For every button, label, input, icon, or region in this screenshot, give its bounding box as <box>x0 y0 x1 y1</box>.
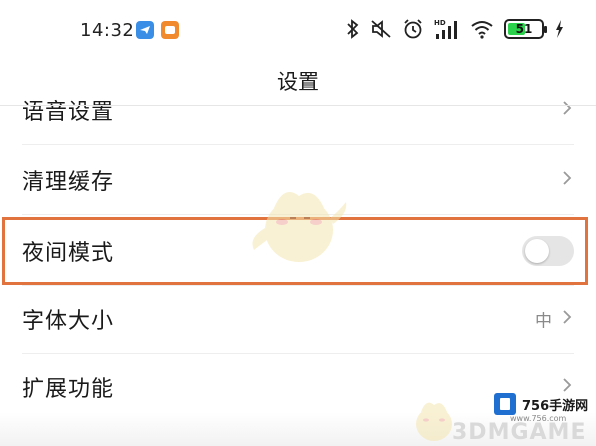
settings-item-label: 字体大小 <box>22 309 115 334</box>
battery-icon: 51 <box>504 19 547 39</box>
status-time: 14:32 <box>80 20 135 41</box>
status-bar: 14:32 HD 51 <box>0 0 596 62</box>
settings-item-label: 清理缓存 <box>22 170 115 195</box>
settings-item-label: 夜间模式 <box>22 241 115 266</box>
watermark-logo: 756手游网 <box>494 393 588 415</box>
settings-item-label: 语音设置 <box>22 100 115 125</box>
divider <box>22 144 574 145</box>
chevron-right-icon <box>562 100 572 120</box>
hd-signal-icon: HD <box>434 19 457 39</box>
alarm-icon <box>404 19 422 39</box>
mute-icon <box>371 20 391 38</box>
watermark-url: www.756.com <box>510 414 567 423</box>
bluetooth-icon <box>347 19 359 39</box>
watermark-brand: 756手游网 <box>522 398 589 414</box>
settings-item-font-size[interactable]: 字体大小 中 <box>0 285 596 353</box>
app-notification-icon <box>161 21 179 39</box>
charging-icon <box>556 20 563 38</box>
app-notification-icon <box>136 21 154 39</box>
settings-item-label: 扩展功能 <box>22 377 115 402</box>
cube-logo-icon <box>494 393 516 415</box>
settings-item-voice[interactable]: 语音设置 <box>0 76 596 144</box>
status-icons: HD 51 <box>346 18 564 40</box>
watermark-faint-text: 3DMGAME <box>452 420 587 445</box>
title-divider <box>0 105 596 106</box>
mascot-watermark-icon <box>252 192 347 262</box>
night-mode-toggle[interactable] <box>522 236 574 266</box>
toggle-knob <box>525 239 549 263</box>
svg-text:HD: HD <box>434 19 446 27</box>
battery-level: 51 <box>515 22 533 36</box>
chevron-right-icon <box>562 170 572 190</box>
chevron-right-icon <box>562 309 572 329</box>
font-size-value: 中 <box>535 311 552 332</box>
wifi-icon <box>471 21 493 39</box>
